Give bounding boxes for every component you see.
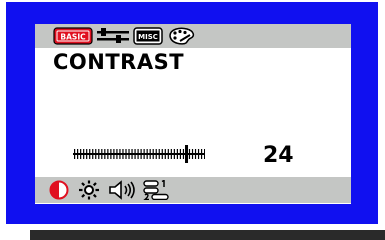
slider-tick	[83, 149, 85, 159]
slider-tick	[116, 149, 118, 159]
basic-icon-label: BASIC	[60, 33, 86, 42]
slider-tick	[119, 149, 121, 159]
volume-icon[interactable]	[107, 180, 137, 200]
slider-tick	[170, 149, 172, 159]
contrast-icon[interactable]	[49, 180, 69, 200]
slider-tick	[80, 149, 82, 159]
slider-tick	[140, 149, 142, 159]
monitor-screen: BASIC MISC CONTRAST 24	[0, 0, 385, 230]
slider-tick	[188, 149, 191, 159]
osd-panel: BASIC MISC CONTRAST 24	[35, 24, 351, 204]
slider-tick	[77, 149, 79, 159]
slider-tick	[179, 149, 182, 159]
slider-tick	[131, 149, 133, 159]
slider-tick	[155, 149, 157, 159]
slider-tick	[164, 149, 166, 159]
brightness-icon[interactable]	[77, 180, 101, 200]
slider-tick	[128, 149, 130, 159]
slider-tick	[104, 149, 106, 159]
slider-tick	[134, 149, 136, 159]
slider-tick	[107, 149, 109, 159]
osd-sub-menu	[35, 177, 351, 203]
slider-tick	[173, 149, 175, 159]
misc-icon[interactable]: MISC	[133, 27, 163, 45]
slider-tick	[122, 149, 124, 159]
slider-tick	[200, 149, 203, 159]
slider-tick	[167, 149, 169, 159]
slider-tick	[197, 149, 200, 159]
slider-tick	[89, 149, 91, 159]
slider-tick	[194, 149, 197, 159]
osd-frame: BASIC MISC CONTRAST 24	[6, 2, 378, 224]
input-select-icon[interactable]	[143, 180, 169, 200]
slider-tick	[143, 149, 145, 159]
slider-tick	[146, 149, 148, 159]
osd-top-menu: BASIC MISC	[35, 24, 351, 48]
slider-tick	[74, 149, 76, 159]
slider-tick	[176, 149, 178, 159]
slider-thumb	[185, 145, 189, 163]
screen-bezel-shadow	[30, 230, 385, 240]
advanced-sliders-icon[interactable]	[96, 27, 130, 45]
slider-tick	[95, 149, 97, 159]
slider-tick	[158, 149, 160, 159]
slider-tick	[161, 149, 163, 159]
misc-icon-label: MISC	[138, 33, 158, 41]
contrast-slider[interactable]	[73, 144, 205, 164]
basic-icon[interactable]: BASIC	[53, 27, 93, 45]
contrast-value: 24	[263, 143, 294, 168]
slider-tick	[113, 149, 115, 159]
slider-tick	[149, 149, 151, 159]
slider-tick	[101, 149, 103, 159]
slider-tick	[137, 149, 139, 159]
slider-tick	[92, 149, 94, 159]
osd-item-title: CONTRAST	[53, 50, 185, 74]
slider-tick	[98, 149, 100, 159]
slider-tick	[152, 149, 154, 159]
slider-tick	[125, 149, 127, 159]
slider-tick	[182, 149, 185, 159]
slider-tick	[204, 149, 205, 159]
palette-icon[interactable]	[166, 27, 196, 45]
slider-tick	[86, 149, 88, 159]
slider-tick	[110, 149, 112, 159]
slider-tick	[191, 149, 194, 159]
